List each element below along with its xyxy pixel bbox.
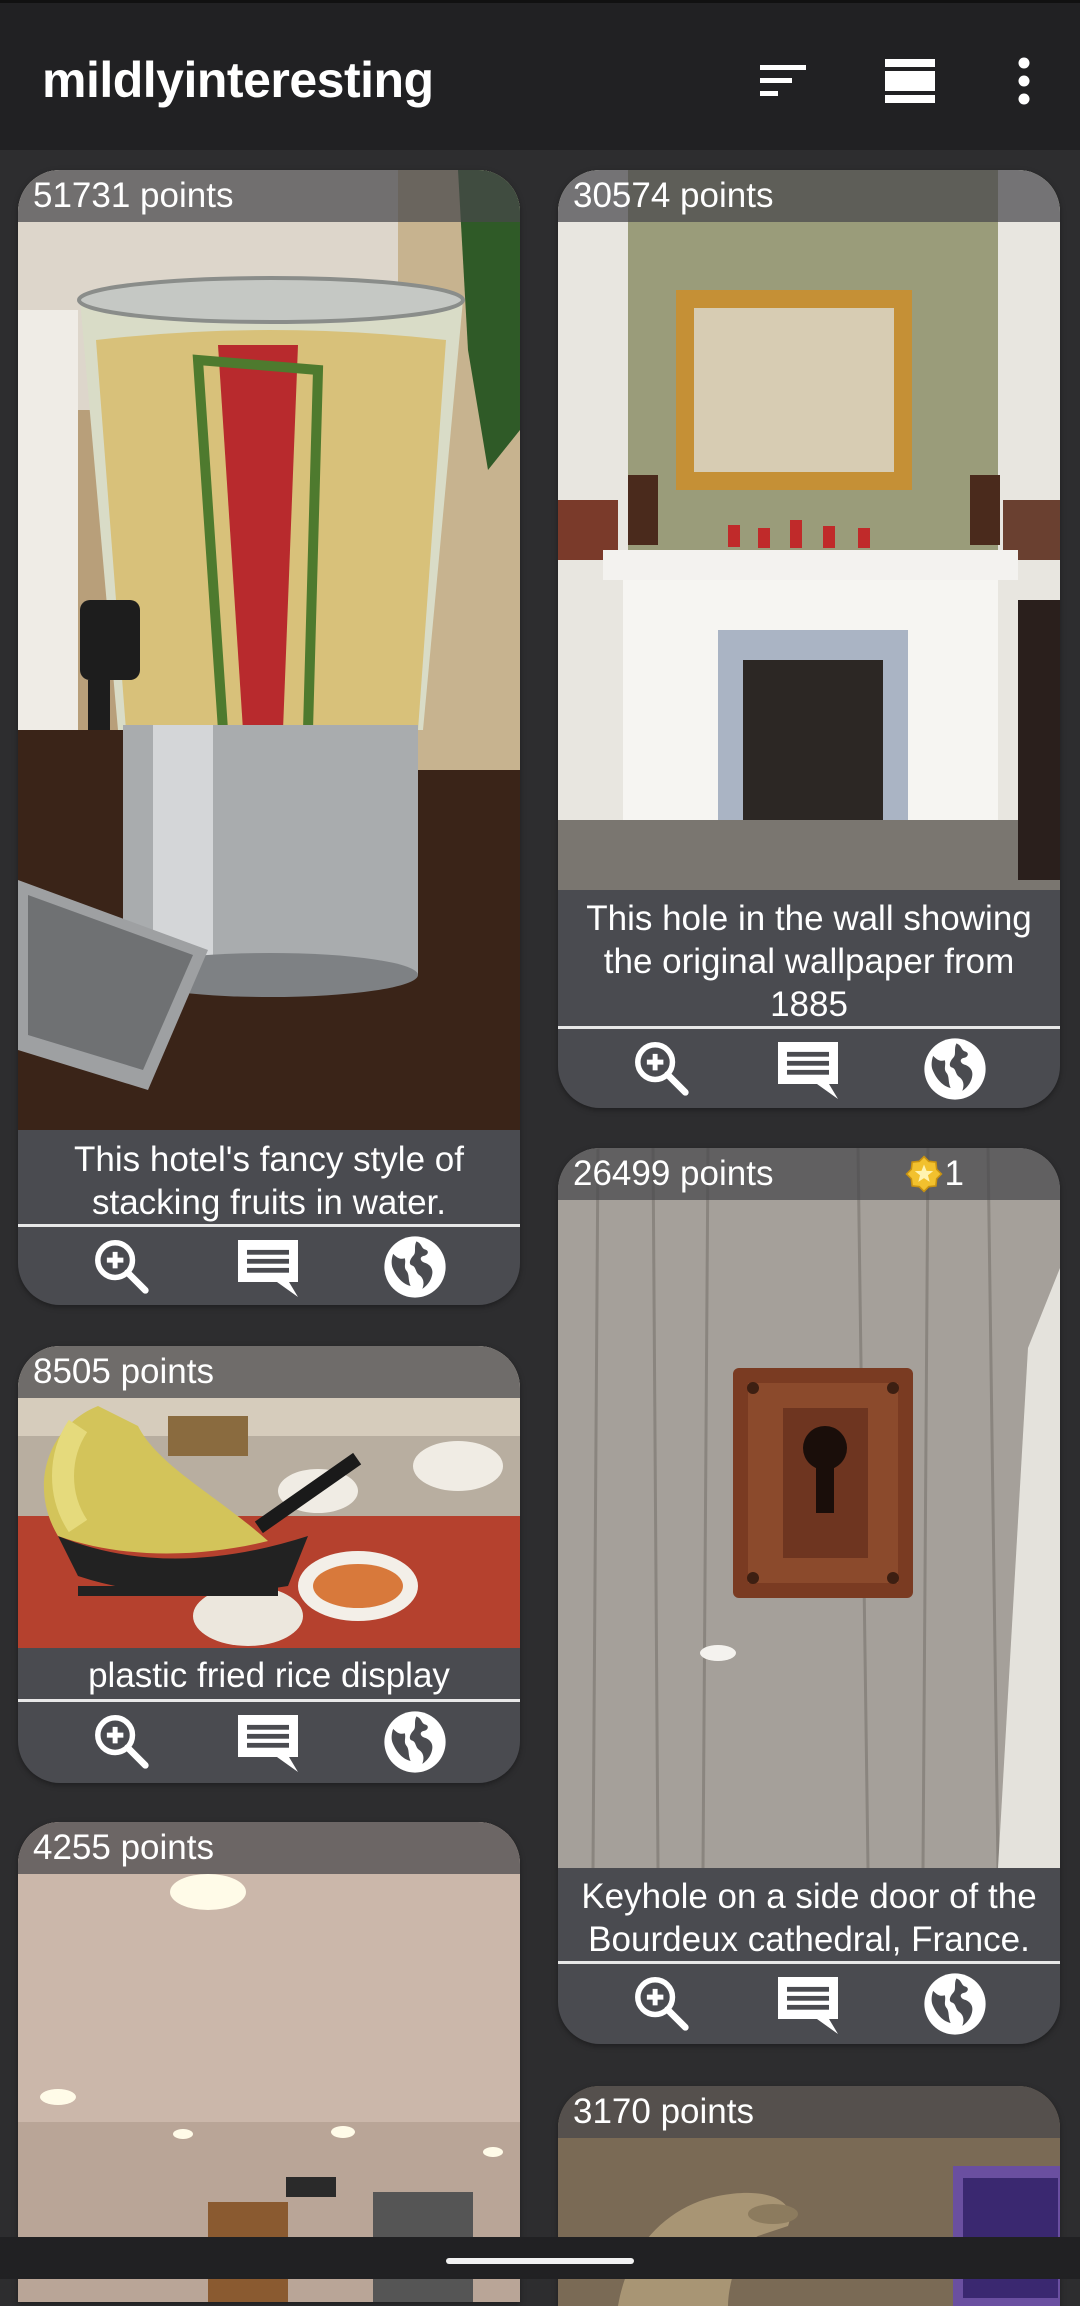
post-actions (18, 1702, 520, 1782)
award-count: 1 (944, 1154, 964, 1193)
post-card[interactable]: 8505 points plastic fried rice display (18, 1346, 520, 1783)
post-points: 8505 points (18, 1346, 520, 1398)
comment-icon[interactable] (228, 1227, 308, 1305)
post-actions (558, 1964, 1060, 2044)
globe-icon[interactable] (375, 1702, 455, 1782)
zoom-in-icon[interactable] (82, 1227, 162, 1305)
sort-icon[interactable] (756, 53, 812, 109)
post-actions (558, 1029, 1060, 1108)
post-title[interactable]: This hole in the wall showing the origin… (558, 897, 1060, 1026)
post-thumbnail[interactable] (558, 1148, 1060, 1868)
post-thumbnail[interactable] (18, 170, 520, 1130)
post-points: 3170 points (558, 2086, 1060, 2138)
app-bar: mildlyinteresting (0, 0, 1080, 150)
view-mode-icon[interactable] (882, 53, 938, 109)
award-badge: 1 (904, 1152, 964, 1196)
post-thumbnail[interactable] (18, 1822, 520, 2302)
post-title[interactable]: plastic fried rice display (18, 1654, 520, 1697)
post-title[interactable]: This hotel's fancy style of stacking fru… (18, 1138, 520, 1224)
globe-icon[interactable] (915, 1964, 995, 2044)
comment-icon[interactable] (768, 1029, 848, 1108)
award-icon (904, 1155, 943, 1193)
comment-icon[interactable] (228, 1702, 308, 1782)
post-actions (18, 1227, 520, 1305)
more-vert-icon[interactable] (996, 53, 1052, 109)
globe-icon[interactable] (915, 1029, 995, 1108)
post-card[interactable]: 4255 points (18, 1822, 520, 2302)
comment-icon[interactable] (768, 1964, 848, 2044)
subreddit-title: mildlyinteresting (42, 52, 434, 108)
post-card[interactable]: 51731 points This hotel's fancy style of… (18, 170, 520, 1305)
navigation-bar (0, 2237, 1080, 2279)
post-points: 26499 points (558, 1148, 1060, 1200)
post-card[interactable]: 30574 points This hole in the wall showi… (558, 170, 1060, 1108)
post-points: 30574 points (558, 170, 1060, 222)
zoom-in-icon[interactable] (622, 1964, 702, 2044)
post-card[interactable]: 26499 points 1 Keyhole on a side door of… (558, 1148, 1060, 2044)
globe-icon[interactable] (375, 1227, 455, 1305)
post-thumbnail[interactable] (558, 170, 1060, 890)
post-points: 51731 points (18, 170, 520, 222)
home-gesture-handle[interactable] (446, 2258, 634, 2264)
post-points: 4255 points (18, 1822, 520, 1874)
post-title[interactable]: Keyhole on a side door of the Bourdeux c… (558, 1875, 1060, 1961)
zoom-in-icon[interactable] (622, 1029, 702, 1108)
zoom-in-icon[interactable] (82, 1702, 162, 1782)
